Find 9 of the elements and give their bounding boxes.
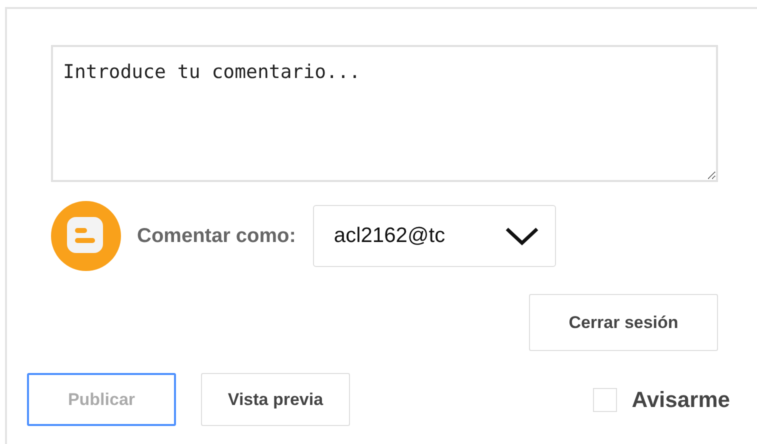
comment-field[interactable]: Introduce tu comentario... — [51, 45, 718, 182]
account-dropdown[interactable]: acl2162@tc — [312, 205, 556, 267]
comment-as-label: Comentar como: — [137, 224, 296, 248]
preview-button[interactable]: Vista previa — [201, 373, 350, 426]
blogger-logo-icon — [50, 200, 122, 272]
chevron-down-icon — [504, 226, 539, 246]
notify-checkbox[interactable] — [592, 388, 617, 412]
sign-out-button[interactable]: Cerrar sesión — [529, 294, 718, 351]
notify-label: Avisarme — [632, 386, 730, 412]
